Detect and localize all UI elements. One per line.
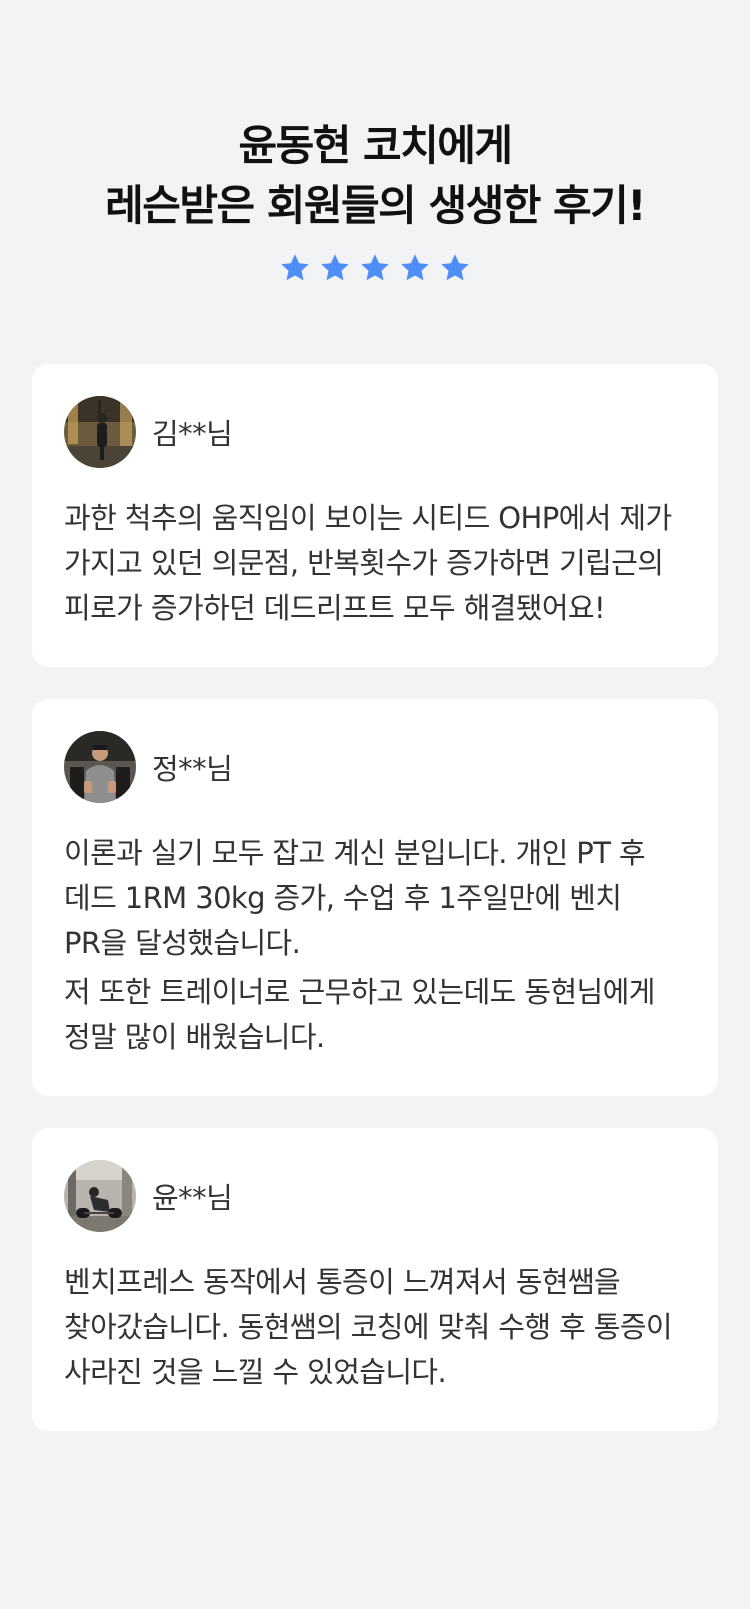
review-text: 이론과 실기 모두 잡고 계신 분입니다. 개인 PT 후 데드 1RM 30k…	[64, 836, 646, 960]
review-card: 정**님 이론과 실기 모두 잡고 계신 분입니다. 개인 PT 후 데드 1R…	[32, 699, 718, 1096]
title-line-1: 윤동현 코치에게	[238, 121, 513, 170]
title-line-2: 레슨받은 회원들의 생생한 후기!	[105, 181, 646, 230]
star-icon	[359, 252, 391, 284]
star-icon	[279, 252, 311, 284]
review-text: 벤치프레스 동작에서 통증이 느껴져서 동현쌤을 찾아갔습니다. 동현쌤의 코칭…	[64, 1265, 673, 1389]
review-list: 김**님 과한 척추의 움직임이 보이는 시티드 OHP에서 제가 가지고 있던…	[0, 364, 750, 1431]
reviewer: 김**님	[64, 396, 686, 468]
page-title: 윤동현 코치에게 레슨받은 회원들의 생생한 후기!	[0, 116, 750, 236]
review-text: 과한 척추의 움직임이 보이는 시티드 OHP에서 제가 가지고 있던 의문점,…	[64, 501, 672, 625]
review-body: 벤치프레스 동작에서 통증이 느껴져서 동현쌤을 찾아갔습니다. 동현쌤의 코칭…	[64, 1260, 686, 1395]
review-page: 윤동현 코치에게 레슨받은 회원들의 생생한 후기! 김**님 과한 척추의 움…	[0, 0, 750, 1609]
review-text: 저 또한 트레이너로 근무하고 있는데도 동현님에게 정말 많이 배웠습니다.	[64, 975, 655, 1054]
reviewer-name: 윤**님	[152, 1181, 233, 1215]
review-card: 김**님 과한 척추의 움직임이 보이는 시티드 OHP에서 제가 가지고 있던…	[32, 364, 718, 667]
star-icon	[439, 252, 471, 284]
reviewer-avatar	[64, 1160, 136, 1232]
reviewer-name: 정**님	[152, 752, 233, 786]
review-body: 이론과 실기 모두 잡고 계신 분입니다. 개인 PT 후 데드 1RM 30k…	[64, 831, 686, 1060]
review-body: 과한 척추의 움직임이 보이는 시티드 OHP에서 제가 가지고 있던 의문점,…	[64, 496, 686, 631]
star-rating	[0, 252, 750, 284]
reviewer-avatar	[64, 731, 136, 803]
review-card: 윤**님 벤치프레스 동작에서 통증이 느껴져서 동현쌤을 찾아갔습니다. 동현…	[32, 1128, 718, 1431]
star-icon	[399, 252, 431, 284]
star-icon	[319, 252, 351, 284]
hero-section: 윤동현 코치에게 레슨받은 회원들의 생생한 후기!	[0, 116, 750, 284]
reviewer: 정**님	[64, 731, 686, 803]
reviewer: 윤**님	[64, 1160, 686, 1232]
reviewer-name: 김**님	[152, 417, 233, 451]
gym-photo-avatar-icon	[64, 396, 136, 468]
gym-photo-avatar-icon	[64, 1160, 136, 1232]
reviewer-avatar	[64, 396, 136, 468]
gym-photo-avatar-icon	[64, 731, 136, 803]
